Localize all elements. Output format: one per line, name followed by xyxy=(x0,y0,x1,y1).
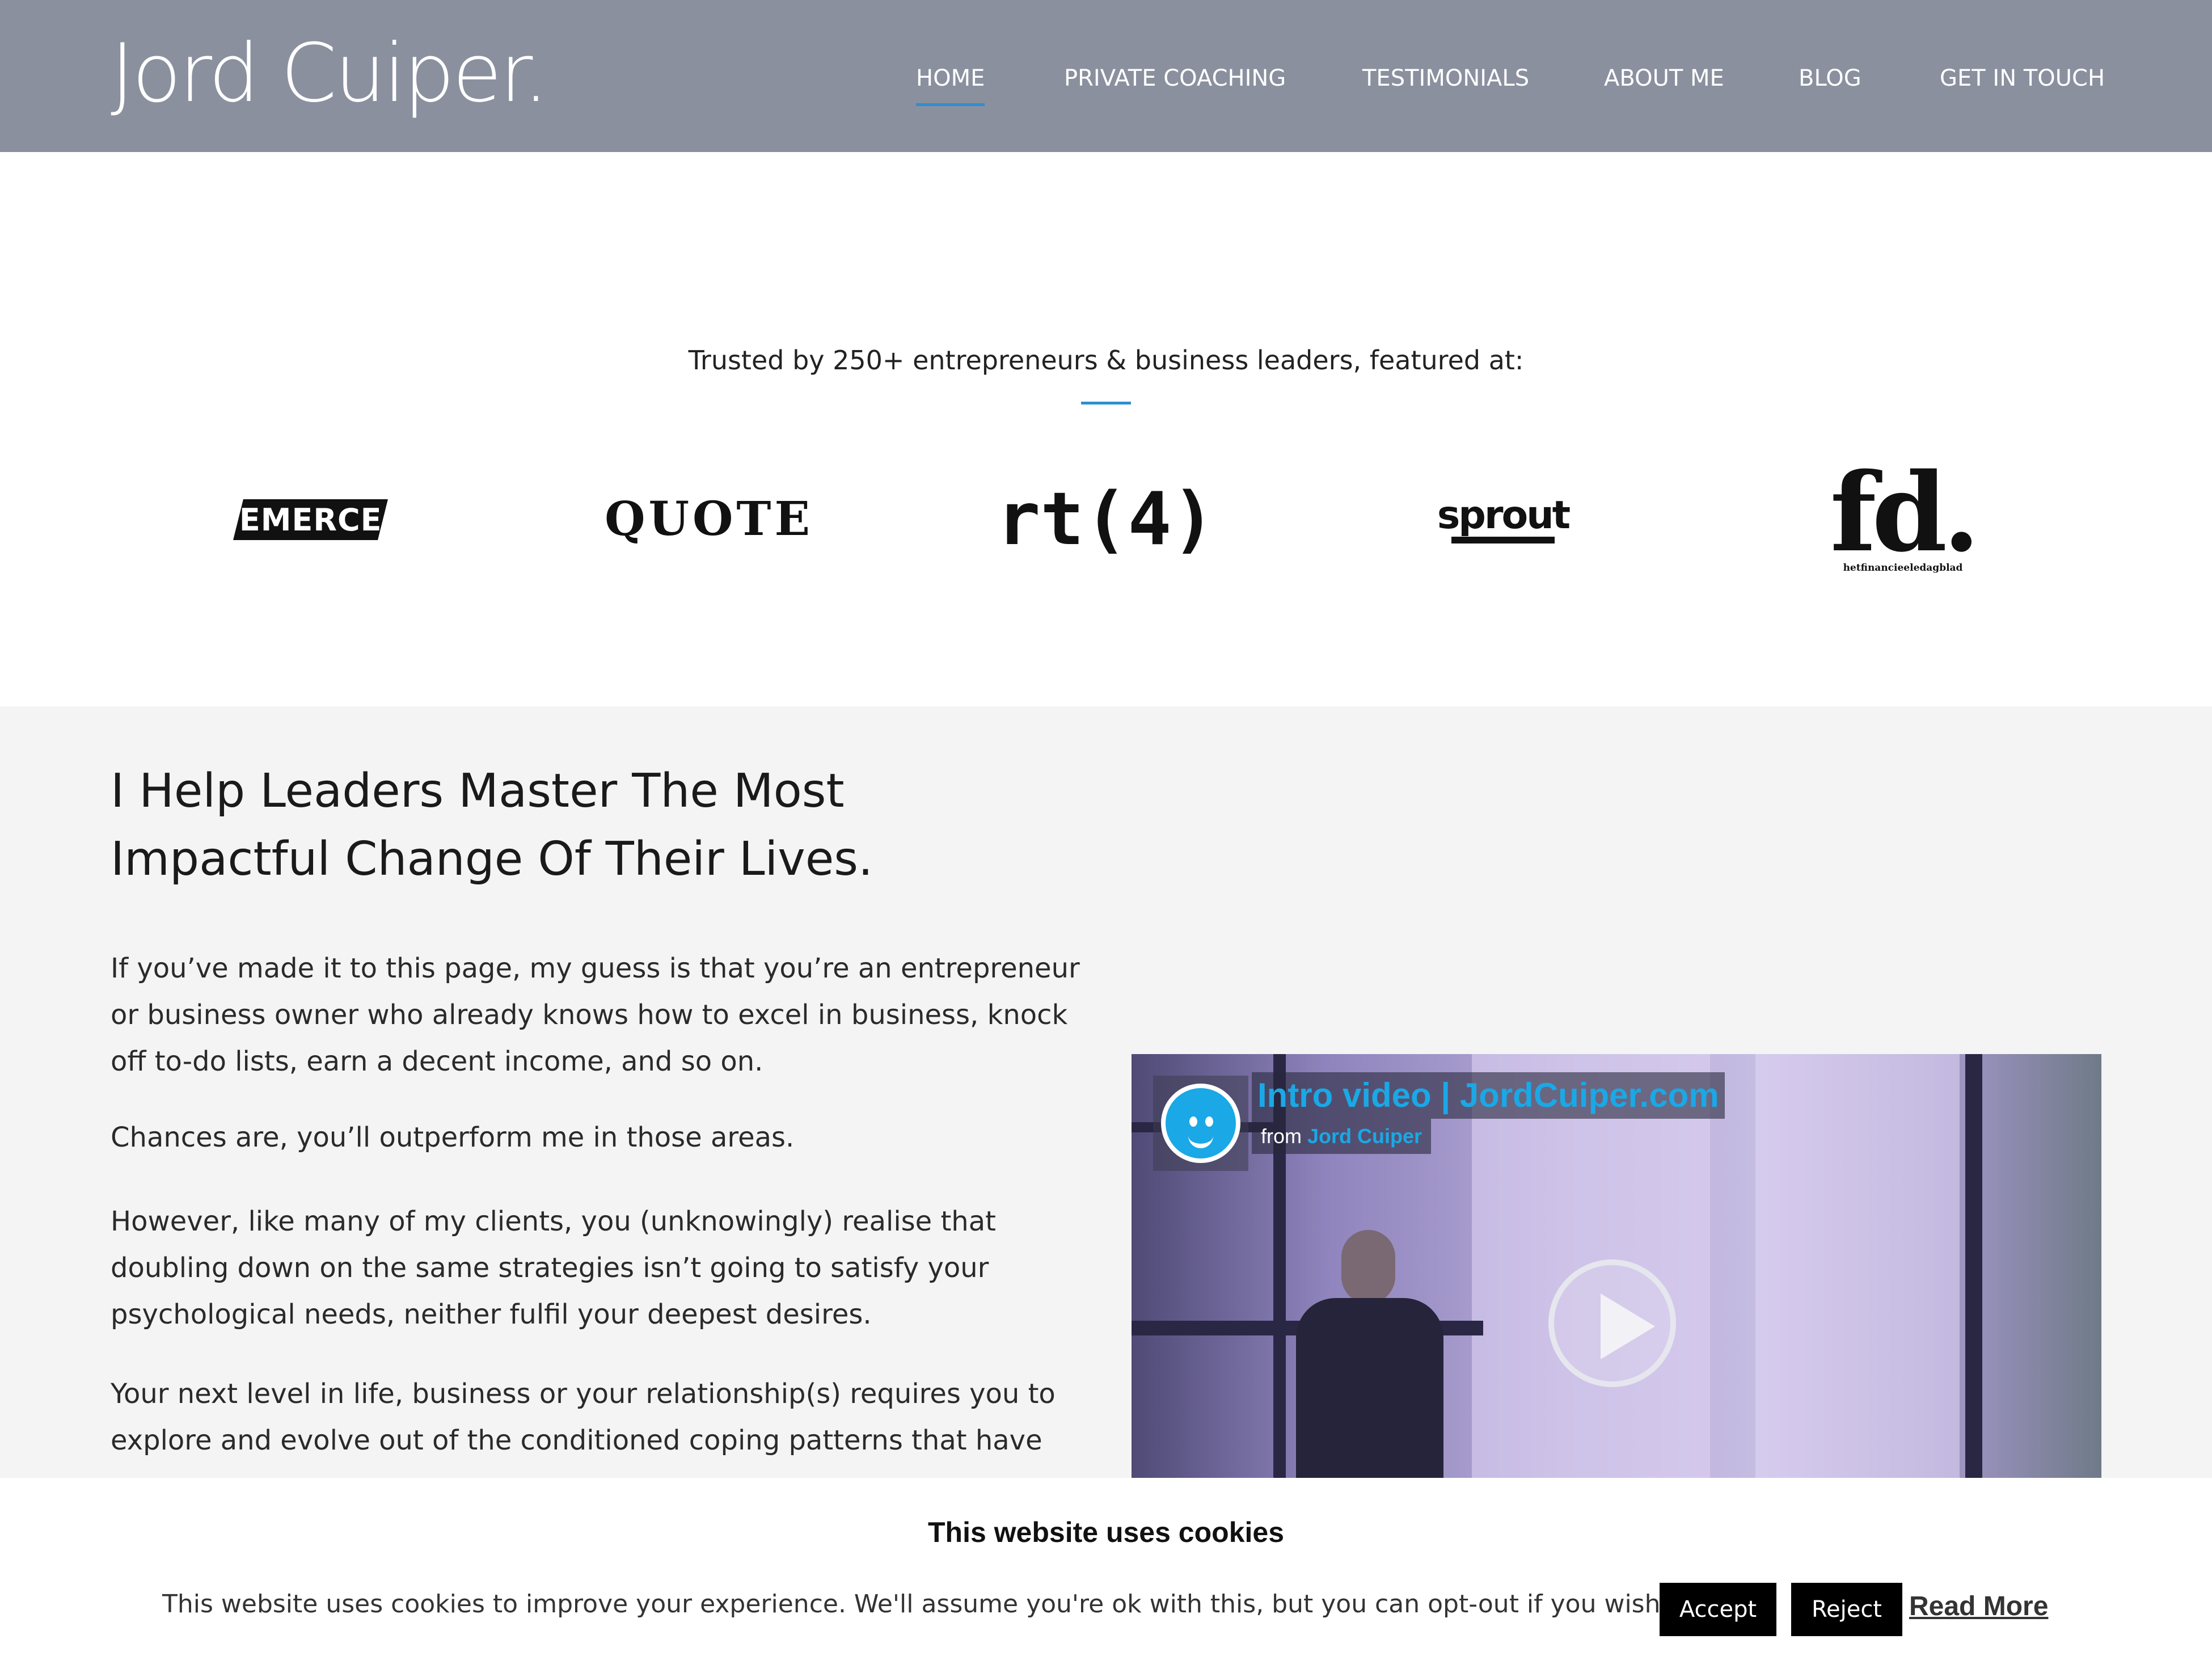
accent-divider xyxy=(1081,402,1131,404)
video-title[interactable]: Intro video | JordCuiper.com xyxy=(1252,1072,1725,1119)
nav-blog[interactable]: BLOG xyxy=(1799,61,1861,95)
intro-paragraph-2: Chances are, you’ll outperform me in tho… xyxy=(111,1122,795,1153)
trusted-heading: Trusted by 250+ entrepreneurs & business… xyxy=(688,345,1524,376)
nav-home[interactable]: HOME xyxy=(916,61,985,106)
nav-testimonials[interactable]: TESTIMONIALS xyxy=(1362,61,1529,95)
nav-private-coaching[interactable]: PRIVATE COACHING xyxy=(1064,61,1286,95)
cookie-title: This website uses cookies xyxy=(927,1516,1285,1548)
nav-about-me[interactable]: ABOUT ME xyxy=(1604,61,1724,95)
presenter-figure xyxy=(1296,1298,1443,1508)
emerce-logo-text: EMERCE xyxy=(239,502,382,538)
page-headline: I Help Leaders Master The Most Impactful… xyxy=(111,764,873,886)
sprout-logo: sprout xyxy=(1429,491,1577,548)
intro-paragraph-1: If you’ve made it to this page, my guess… xyxy=(111,953,1080,1077)
accept-button[interactable]: Accept xyxy=(1660,1583,1776,1636)
site-header: Jord Cuiper. HOME PRIVATE COACHING TESTI… xyxy=(0,0,2212,152)
presenter-figure xyxy=(1341,1230,1395,1304)
quote-logo: QUOTE xyxy=(605,492,813,546)
reject-button[interactable]: Reject xyxy=(1791,1583,1902,1636)
nav-get-in-touch[interactable]: GET IN TOUCH xyxy=(1940,61,2105,95)
play-icon[interactable] xyxy=(1548,1259,1676,1387)
curtain-decor xyxy=(1755,1054,1960,1508)
cookie-text: This website uses cookies to improve you… xyxy=(162,1590,1669,1619)
window-frame-decor xyxy=(1965,1054,1982,1508)
fd-logo-text: fd. xyxy=(1830,449,1981,576)
rt4-logo: rt(4) xyxy=(997,477,1215,562)
main-nav: HOME PRIVATE COACHING TESTIMONIALS ABOUT… xyxy=(0,61,2212,107)
sprout-logo-text: sprout xyxy=(1437,493,1571,538)
read-more-link[interactable]: Read More xyxy=(1909,1591,2048,1622)
smiley-icon xyxy=(1161,1084,1240,1163)
video-author-link[interactable]: Jord Cuiper xyxy=(1307,1124,1422,1148)
sprout-logo-tagline-bar xyxy=(1451,537,1555,543)
video-player[interactable]: Intro video | JordCuiper.com from Jord C… xyxy=(1132,1054,2101,1508)
emerce-logo: EMERCE xyxy=(233,499,388,540)
fd-logo-tagline: hetfinancieeledagblad xyxy=(1843,562,1963,574)
from-label: from xyxy=(1261,1124,1302,1148)
intro-paragraph-4: Your next level in life, business or you… xyxy=(111,1378,1056,1456)
video-author-line: from Jord Cuiper xyxy=(1252,1119,1432,1154)
intro-paragraph-3: However, like many of my clients, you (u… xyxy=(111,1206,996,1330)
channel-avatar[interactable] xyxy=(1153,1076,1248,1171)
fd-logo: fd. hetfinancieeledagblad xyxy=(1826,449,1981,576)
